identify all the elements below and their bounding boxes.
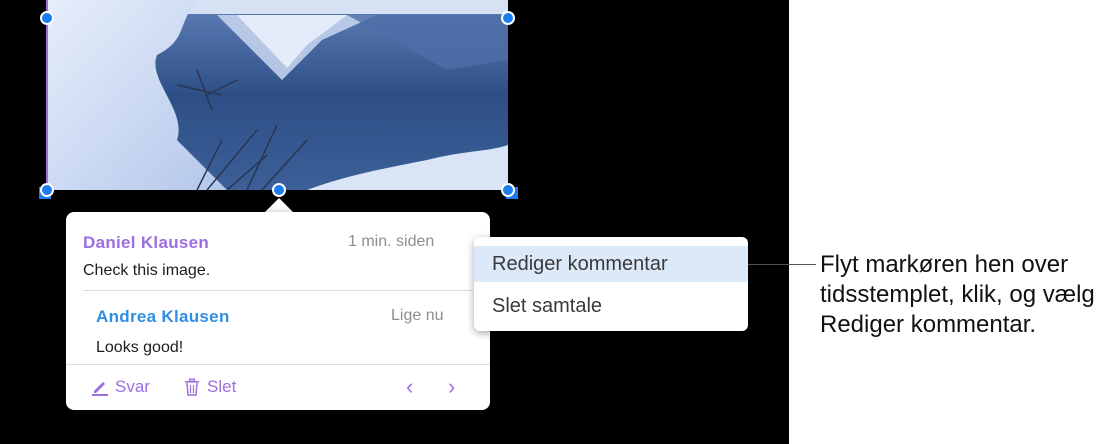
comment-text: Check this image. <box>83 262 211 279</box>
delete-button[interactable]: Slet <box>183 377 236 397</box>
resize-handle-top-right[interactable] <box>501 11 515 25</box>
trash-icon <box>185 378 199 396</box>
reply-button[interactable]: Svar <box>91 377 150 397</box>
selection-edge <box>46 0 48 190</box>
context-menu: Rediger kommentar Slet samtale <box>474 237 748 331</box>
reply-button-label: Svar <box>115 377 150 396</box>
menu-item-edit-comment[interactable]: Rediger kommentar <box>474 246 748 282</box>
callout-leader-line <box>748 264 816 265</box>
delete-button-label: Slet <box>207 377 237 396</box>
callout-text: Flyt markøren hen over tidsstemplet, kli… <box>820 251 1095 338</box>
menu-item-delete-conversation[interactable]: Slet samtale <box>474 288 748 324</box>
reply-timestamp[interactable]: Lige nu <box>391 307 444 325</box>
comment-divider <box>83 290 473 291</box>
reply-author: Andrea Klausen <box>96 307 230 326</box>
resize-handle-bottom-left[interactable] <box>40 183 54 197</box>
resize-handle-bottom-center[interactable] <box>272 183 286 197</box>
comment-popover: Daniel Klausen 1 min. siden Check this i… <box>66 212 490 410</box>
pencil-icon <box>92 382 108 396</box>
comment-timestamp[interactable]: 1 min. siden <box>348 233 434 251</box>
document-canvas: Daniel Klausen 1 min. siden Check this i… <box>0 0 789 444</box>
popover-arrow <box>264 198 294 213</box>
toolbar-divider <box>66 364 490 365</box>
resize-handle-top-left[interactable] <box>40 11 54 25</box>
previous-comment-button[interactable]: ‹ <box>406 376 413 398</box>
next-comment-button[interactable]: › <box>448 376 455 398</box>
landscape-photo <box>47 0 508 190</box>
selected-image[interactable] <box>47 0 508 190</box>
comment-author: Daniel Klausen <box>83 233 210 252</box>
reply-text: Looks good! <box>96 339 184 356</box>
resize-handle-bottom-right[interactable] <box>501 183 515 197</box>
